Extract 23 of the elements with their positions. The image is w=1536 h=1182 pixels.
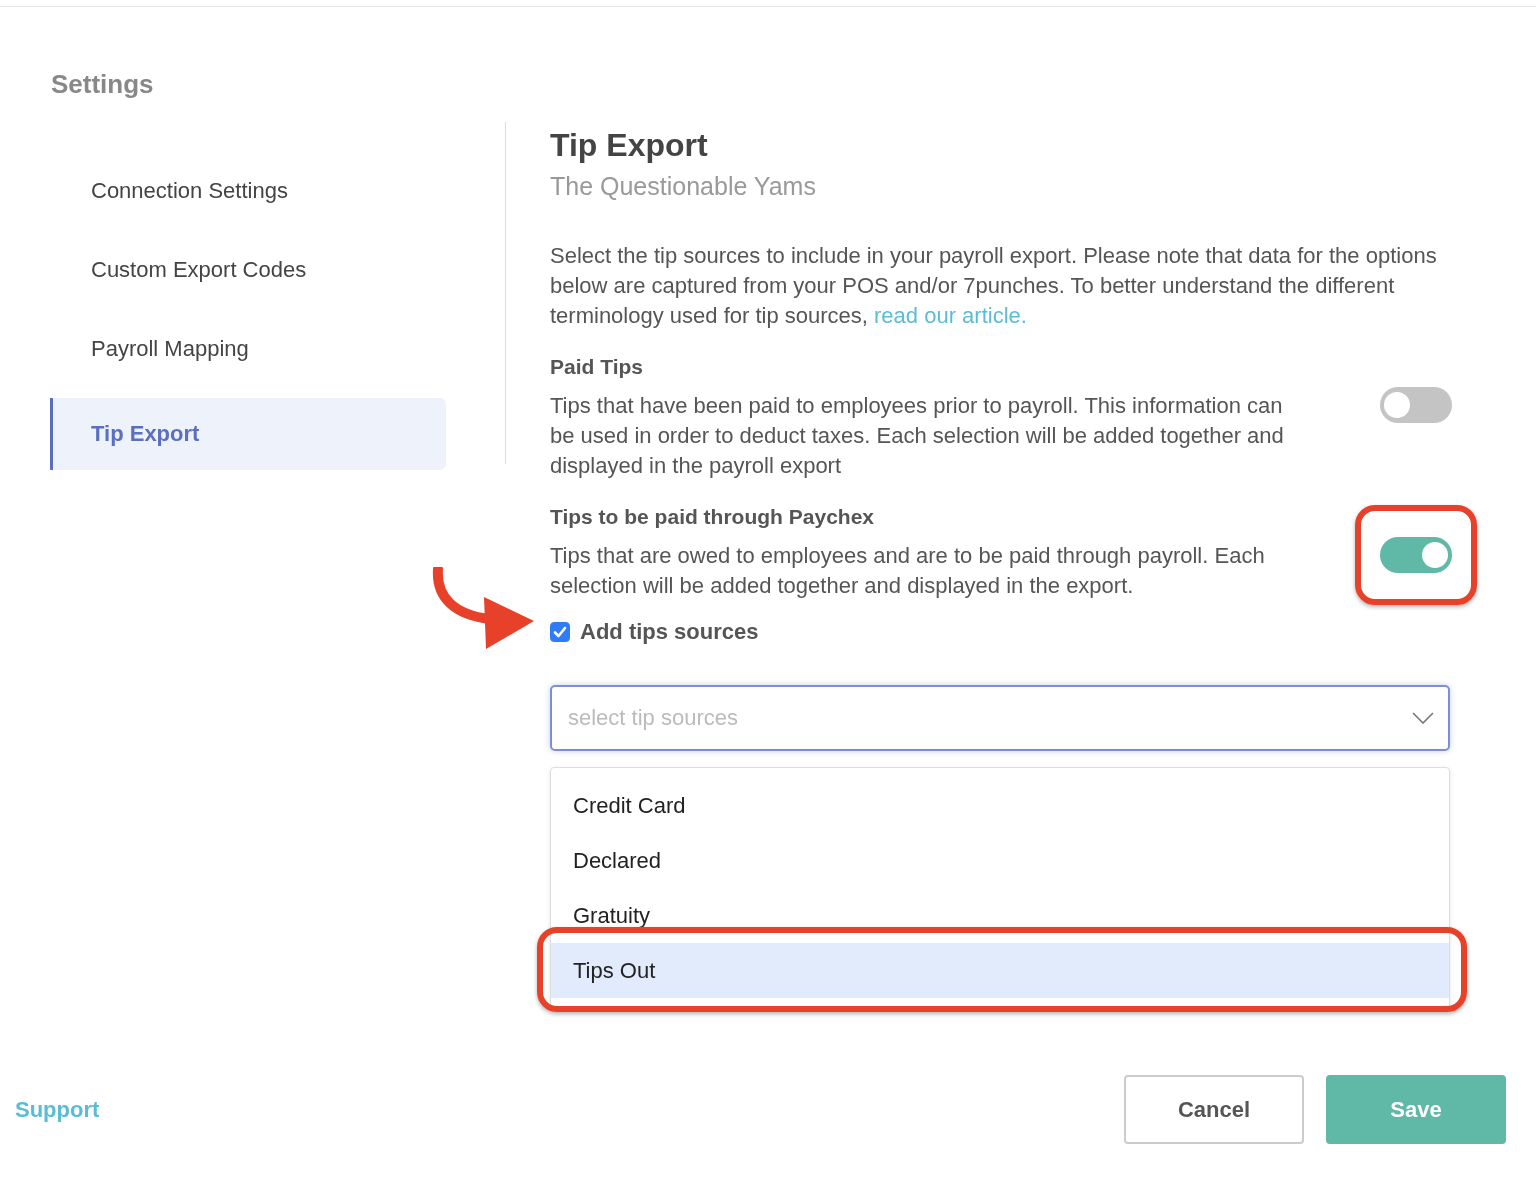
section-title: Paid Tips [550, 355, 644, 379]
sidebar-item[interactable]: Custom Export Codes [50, 230, 446, 309]
toggle-switch[interactable] [1380, 537, 1452, 573]
section-description: Tips that have been paid to employees prior to payroll. This information can be used in order to deduct taxes. Each selection will be added together and displayed in the payroll export [550, 392, 1285, 480]
section-title: Tips to be paid through Paychex [550, 505, 875, 529]
checkbox[interactable] [550, 622, 570, 642]
select-field[interactable]: select tip sources [550, 685, 1450, 751]
sidebar-item[interactable]: Connection Settings [50, 151, 446, 230]
sidebar-item[interactable]: Payroll Mapping [50, 309, 446, 388]
dropdown-option[interactable]: Credit Card [551, 778, 1449, 833]
dropdown-option[interactable]: Tips Out [551, 943, 1449, 998]
section-description: Tips that are owed to employees and are to be paid through payroll. Each selection will be added together and displayed in the export. [550, 542, 1266, 600]
chevron-down-icon [1412, 712, 1434, 724]
page-title: Tip Export [550, 127, 709, 164]
toggle-switch[interactable] [1380, 387, 1452, 423]
page-subtitle: The Questionable Yams [550, 172, 817, 201]
cancel-button[interactable]: Cancel [1124, 1075, 1304, 1144]
sidebar-title: Settings [51, 69, 155, 100]
description-text: Select the tip sources to include in your payroll export. Please note that data for the options below are captured from your POS and/or 7punches. To better understand the different terminology used for tip sources, read our article. [550, 242, 1438, 330]
dropdown-option[interactable]: Gratuity [551, 888, 1449, 943]
checkbox-label: Add tips sources [580, 619, 759, 645]
sidebar-item[interactable]: Tip Export [50, 398, 446, 470]
dropdown-option[interactable]: Declared [551, 833, 1449, 888]
